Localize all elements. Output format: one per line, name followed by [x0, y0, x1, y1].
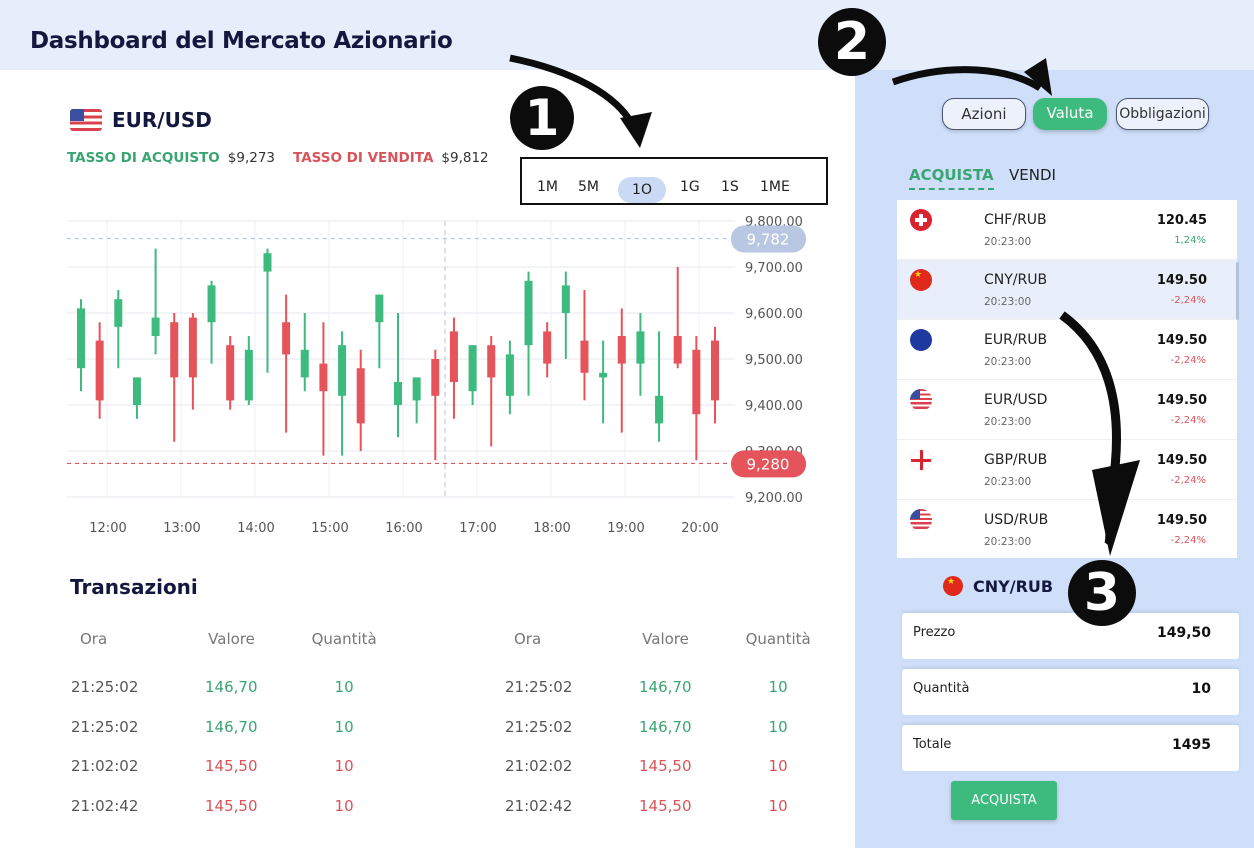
- annotation-marker-3: 3: [1068, 560, 1136, 626]
- arrow-1-head: [620, 112, 652, 148]
- annotation-marker-2: 2: [818, 8, 886, 76]
- arrow-3-head: [1092, 460, 1140, 556]
- annotation-marker-1: 1: [510, 86, 574, 150]
- arrow-2: [891, 66, 1042, 91]
- annotation-arrows: [509, 54, 1140, 556]
